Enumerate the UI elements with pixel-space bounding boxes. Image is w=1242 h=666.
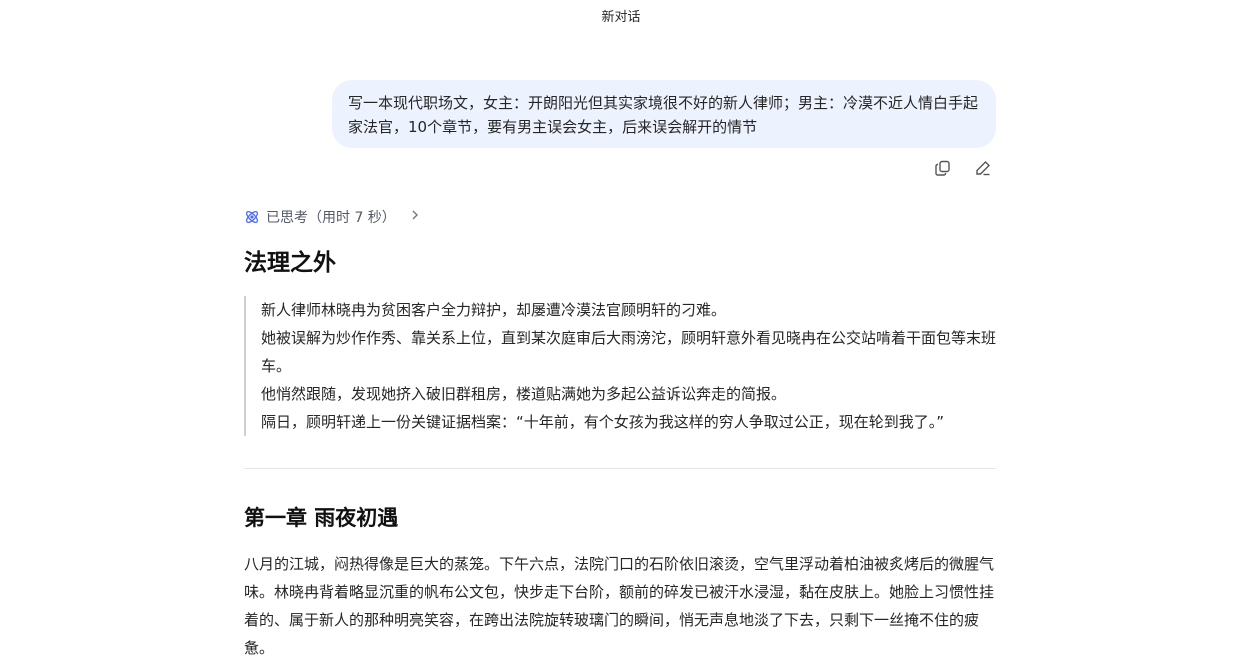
chapter-title: 第一章 雨夜初遇: [244, 506, 399, 530]
chapter-paragraph: 八月的江城，闷热得像是巨大的蒸笼。下午六点，法院门口的石阶依旧滚烫，空气里浮动着…: [244, 555, 995, 657]
thinking-toggle[interactable]: 已思考（用时 7 秒）: [244, 205, 420, 229]
thinking-label: 已思考（用时 7 秒）: [266, 210, 396, 226]
chevron-right-icon: [410, 209, 420, 225]
synopsis-line: 他悄然跟随，发现她挤入破旧群租房，楼道贴满她为多起公益诉讼奔走的简报。: [261, 385, 787, 403]
copy-icon[interactable]: [932, 157, 954, 179]
thinking-atom-icon: [244, 209, 260, 225]
synopsis-line: 她被误解为炒作作秀、靠关系上位，直到某次庭审后大雨滂沱，顾明轩意外看见晓冉在公交…: [261, 329, 997, 375]
synopsis-line: 隔日，顾明轩递上一份关键证据档案：“十年前，有个女孩为我这样的穷人争取过公正，现…: [261, 413, 945, 431]
divider: [244, 468, 996, 469]
user-message-actions: [932, 157, 994, 179]
response-title: 法理之外: [244, 250, 336, 276]
edit-icon[interactable]: [972, 157, 994, 179]
synopsis-blockquote: 新人律师林晓冉为贫困客户全力辩护，却屡遭冷漠法官顾明轩的刁难。 她被误解为炒作作…: [244, 296, 996, 436]
conversation-title: 新对话: [601, 10, 641, 25]
user-message-text: 写一本现代职场文，女主：开朗阳光但其实家境很不好的新人律师；男主：冷漠不近人情白…: [348, 94, 979, 136]
user-message-bubble: 写一本现代职场文，女主：开朗阳光但其实家境很不好的新人律师；男主：冷漠不近人情白…: [332, 80, 996, 148]
synopsis-line: 新人律师林晓冉为贫困客户全力辩护，却屡遭冷漠法官顾明轩的刁难。: [261, 301, 727, 319]
